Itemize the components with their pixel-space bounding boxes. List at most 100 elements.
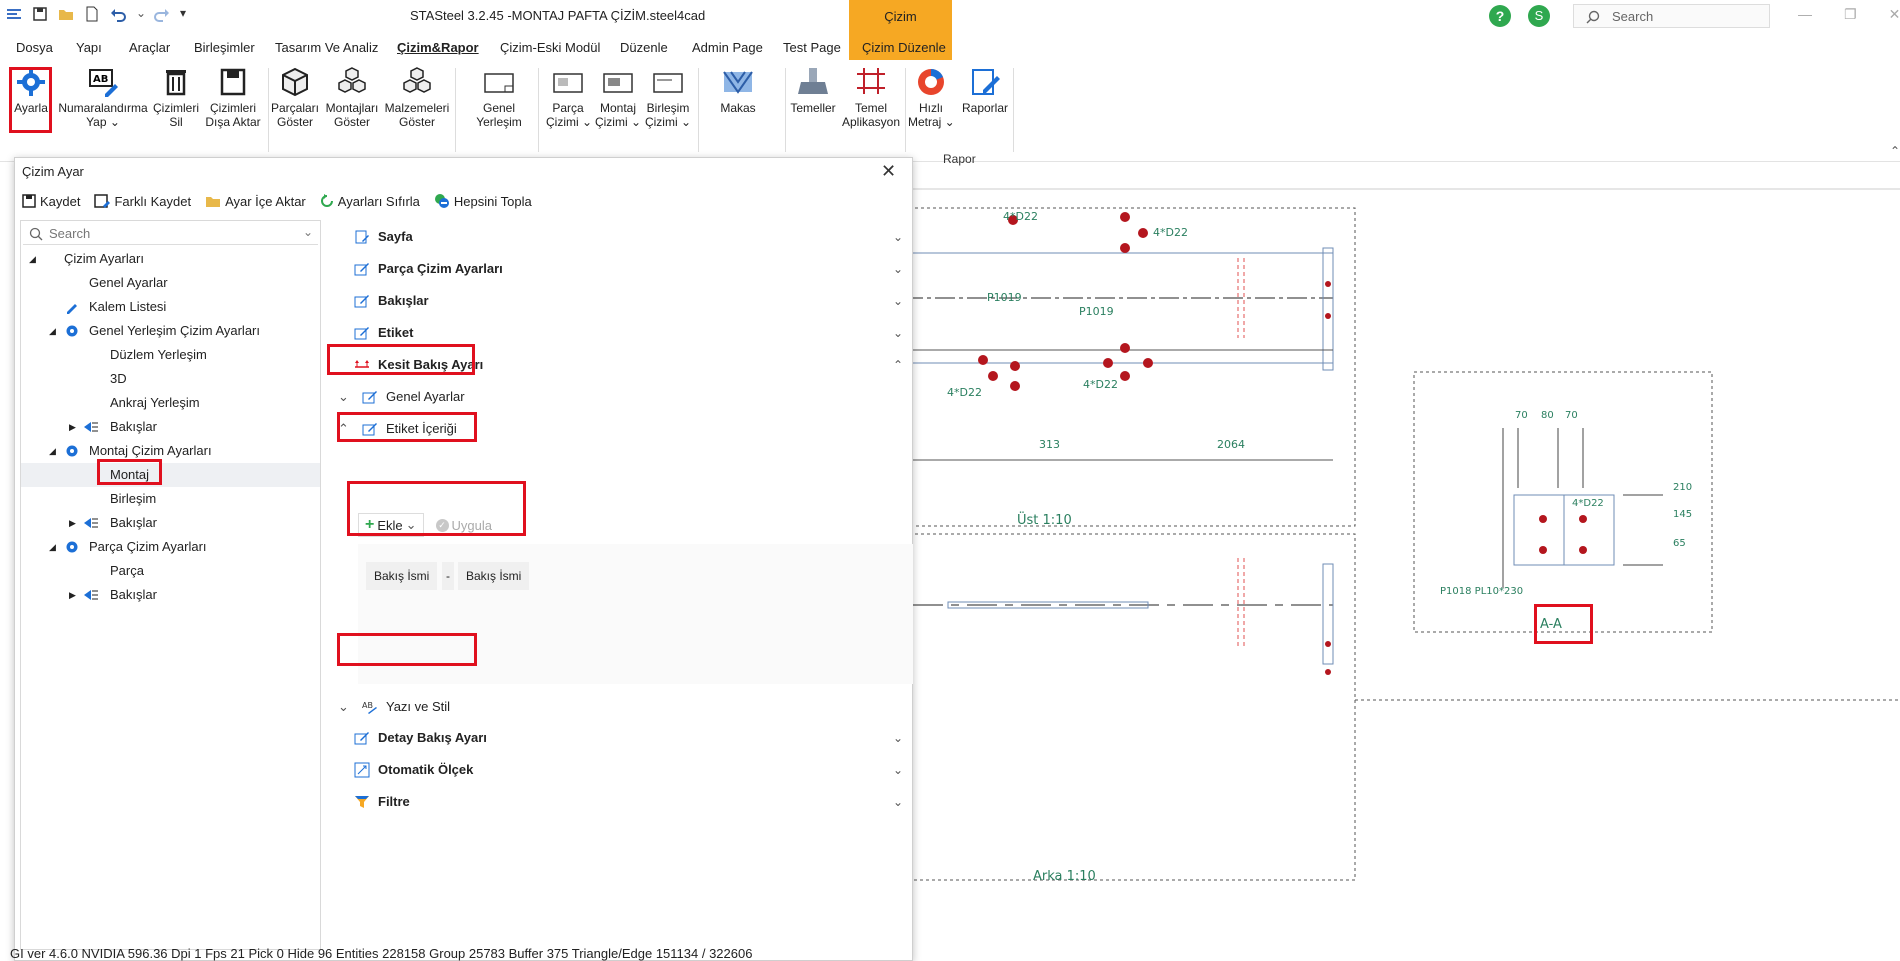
montajlari-goster-button[interactable]: Montajları Göster bbox=[322, 66, 382, 129]
tree-item-genel-yerlesim[interactable]: ◢ Genel Yerleşim Çizim Ayarları bbox=[21, 319, 320, 343]
ayarlari-sifirla-button[interactable]: Ayarları Sıfırla bbox=[320, 194, 420, 209]
tree-item-3d[interactable]: 3D bbox=[21, 367, 320, 391]
hepsini-topla-button[interactable]: Hepsini Topla bbox=[434, 193, 532, 209]
close-window-icon[interactable]: ✕ bbox=[1889, 6, 1900, 23]
birlesim-cizimi-label-2: Çizimi ⌄ bbox=[644, 115, 692, 129]
chevron-down-icon[interactable]: ⌄ bbox=[893, 318, 903, 348]
app-menu-icon[interactable] bbox=[6, 6, 22, 22]
chevron-down-icon[interactable]: ⌄ bbox=[338, 382, 349, 412]
chevron-down-icon[interactable]: ⌄ bbox=[893, 286, 903, 316]
token-chip[interactable]: Bakış İsmi bbox=[458, 562, 530, 590]
subsection-yazi-stil[interactable]: ⌄ AB Yazı ve Stil bbox=[328, 692, 912, 722]
hizli-metraj-button[interactable]: Hızlı Metraj ⌄ bbox=[908, 66, 955, 129]
menu-cizim-rapor[interactable]: Çizim&Rapor bbox=[397, 40, 479, 55]
open-folder-icon[interactable] bbox=[58, 6, 74, 22]
drawing-canvas[interactable]: 4*D22 4*D22 P1019 P1019 4*D22 4*D22 313 … bbox=[903, 188, 1900, 961]
menu-dosya[interactable]: Dosya bbox=[16, 40, 53, 55]
report-edit-icon bbox=[972, 69, 1000, 95]
expand-arrow-icon[interactable]: ◢ bbox=[49, 439, 56, 463]
subsection-genel-ayarlar[interactable]: ⌄ Genel Ayarlar bbox=[328, 382, 912, 412]
menu-bar: Dosya Yapı Araçlar Birleşimler Tasarım V… bbox=[0, 36, 1900, 60]
menu-tasarim[interactable]: Tasarım Ve Analiz bbox=[275, 40, 378, 55]
tree-search-input[interactable]: Search ⌄ bbox=[23, 223, 318, 245]
section-filtre[interactable]: Filtre ⌄ bbox=[328, 787, 912, 817]
menu-araclar[interactable]: Araçlar bbox=[129, 40, 170, 55]
numaralandirma-button[interactable]: AB Numaralandırma Yap ⌄ bbox=[58, 66, 148, 129]
search-input[interactable]: Search bbox=[1573, 4, 1770, 28]
makas-button[interactable]: Makas bbox=[718, 66, 758, 115]
minimize-icon[interactable]: — bbox=[1798, 6, 1812, 23]
tree-item-parca-cizim[interactable]: ◢ Parça Çizim Ayarları bbox=[21, 535, 320, 559]
undo-dropdown-icon[interactable]: ⌄ bbox=[136, 6, 146, 22]
expand-arrow-icon[interactable]: ◢ bbox=[49, 535, 56, 559]
chevron-down-icon[interactable]: ⌄ bbox=[893, 723, 903, 753]
help-icon[interactable]: ? bbox=[1489, 5, 1511, 27]
tree-item-parca[interactable]: Parça bbox=[21, 559, 320, 583]
chevron-down-icon[interactable]: ⌄ bbox=[338, 692, 349, 722]
chevron-down-icon[interactable]: ⌄ bbox=[893, 787, 903, 817]
redo-icon[interactable] bbox=[154, 6, 170, 22]
expand-arrow-icon[interactable]: ◢ bbox=[29, 247, 36, 271]
tree-item-montaj-cizim[interactable]: ◢ Montaj Çizim Ayarları bbox=[21, 439, 320, 463]
section-detay-bakis[interactable]: Detay Bakış Ayarı ⌄ bbox=[328, 723, 912, 753]
avatar[interactable]: S bbox=[1528, 5, 1550, 27]
expand-arrow-icon[interactable]: ▶ bbox=[69, 583, 76, 607]
expand-arrow-icon[interactable]: ▶ bbox=[69, 511, 76, 535]
malzemeleri-goster-button[interactable]: Malzemeleri Göster bbox=[384, 66, 450, 129]
tree-item-genel-ayarlar[interactable]: Genel Ayarlar bbox=[21, 271, 320, 295]
expand-arrow-icon[interactable]: ▶ bbox=[69, 415, 76, 439]
chevron-down-icon[interactable]: ⌄ bbox=[893, 755, 903, 785]
tree-item-duzlem-yerlesim[interactable]: Düzlem Yerleşim bbox=[21, 343, 320, 367]
birlesim-cizimi-button[interactable]: Birleşim Çizimi ⌄ bbox=[644, 66, 692, 129]
kaydet-button[interactable]: Kaydet bbox=[22, 194, 80, 209]
tree-item-cizim-ayarlari[interactable]: ◢ Çizim Ayarları bbox=[21, 247, 320, 271]
tree-item-montaj[interactable]: Montaj bbox=[21, 463, 320, 487]
menu-yapi[interactable]: Yapı bbox=[76, 40, 102, 55]
menu-admin-page[interactable]: Admin Page bbox=[692, 40, 763, 55]
farkli-kaydet-button[interactable]: Farklı Kaydet bbox=[94, 194, 191, 209]
genel-yerlesim-button[interactable]: Genel Yerleşim bbox=[470, 66, 528, 129]
token-separator-chip[interactable]: - bbox=[442, 562, 454, 590]
menu-test-page[interactable]: Test Page bbox=[783, 40, 841, 55]
menu-duzenle[interactable]: Düzenle bbox=[620, 40, 668, 55]
status-bar: GI ver 4.6.0 NVIDIA 596.36 Dpi 1 Fps 21 … bbox=[10, 946, 753, 961]
truss-icon bbox=[723, 71, 753, 94]
tree-item-birlesim[interactable]: Birleşim bbox=[21, 487, 320, 511]
collapse-ribbon-icon[interactable]: ⌃ bbox=[1890, 144, 1900, 158]
temeller-button[interactable]: Temeller bbox=[788, 66, 838, 115]
chevron-up-icon[interactable]: ⌃ bbox=[893, 350, 903, 380]
undo-icon[interactable] bbox=[110, 6, 126, 22]
chevron-down-icon[interactable]: ⌄ bbox=[303, 225, 313, 239]
maximize-icon[interactable]: ❐ bbox=[1844, 6, 1857, 23]
cizimleri-disa-aktar-button[interactable]: Çizimleri Dışa Aktar bbox=[204, 66, 262, 129]
chevron-down-icon[interactable]: ⌄ bbox=[893, 254, 903, 284]
customize-qat-icon[interactable]: ▾ bbox=[180, 6, 196, 22]
menu-birlesimler[interactable]: Birleşimler bbox=[194, 40, 255, 55]
tree-item-bakislar[interactable]: ▶ Bakışlar bbox=[21, 511, 320, 535]
token-chip[interactable]: Bakış İsmi bbox=[366, 562, 438, 590]
tree-item-kalem-listesi[interactable]: Kalem Listesi bbox=[21, 295, 320, 319]
parca-cizimi-button[interactable]: Parça Çizimi ⌄ bbox=[546, 66, 592, 129]
raporlar-button[interactable]: Raporlar bbox=[960, 66, 1010, 115]
temel-aplikasyon-button[interactable]: Temel Aplikasyon bbox=[840, 66, 902, 129]
menu-cizim-duzenle[interactable]: Çizim Düzenle bbox=[862, 40, 946, 55]
section-otomatik-olcek[interactable]: Otomatik Ölçek ⌄ bbox=[328, 755, 912, 785]
collapse-all-icon bbox=[434, 194, 449, 208]
section-parca-cizim[interactable]: Parça Çizim Ayarları ⌄ bbox=[328, 254, 912, 284]
section-sayfa[interactable]: Sayfa ⌄ bbox=[328, 222, 912, 252]
tree-item-bakislar[interactable]: ▶ Bakışlar bbox=[21, 583, 320, 607]
expand-arrow-icon[interactable]: ◢ bbox=[49, 319, 56, 343]
menu-cizim-eski[interactable]: Çizim-Eski Modül bbox=[500, 40, 600, 55]
cizimleri-sil-button[interactable]: Çizimleri Sil bbox=[152, 66, 200, 129]
tree-item-bakislar[interactable]: ▶ Bakışlar bbox=[21, 415, 320, 439]
new-file-icon[interactable] bbox=[84, 6, 100, 22]
ayar-ice-aktar-button[interactable]: Ayar İçe Aktar bbox=[205, 194, 306, 209]
montaj-cizimi-button[interactable]: Montaj Çizimi ⌄ bbox=[594, 66, 642, 129]
section-bakislar[interactable]: Bakışlar ⌄ bbox=[328, 286, 912, 316]
close-icon[interactable]: ✕ bbox=[881, 161, 896, 182]
tree-item-ankraj-yerlesim[interactable]: Ankraj Yerleşim bbox=[21, 391, 320, 415]
context-tab-title: Çizim bbox=[884, 9, 917, 24]
chevron-down-icon[interactable]: ⌄ bbox=[893, 222, 903, 252]
save-icon[interactable] bbox=[32, 6, 48, 22]
parcalari-goster-button[interactable]: Parçaları Göster bbox=[270, 66, 320, 129]
